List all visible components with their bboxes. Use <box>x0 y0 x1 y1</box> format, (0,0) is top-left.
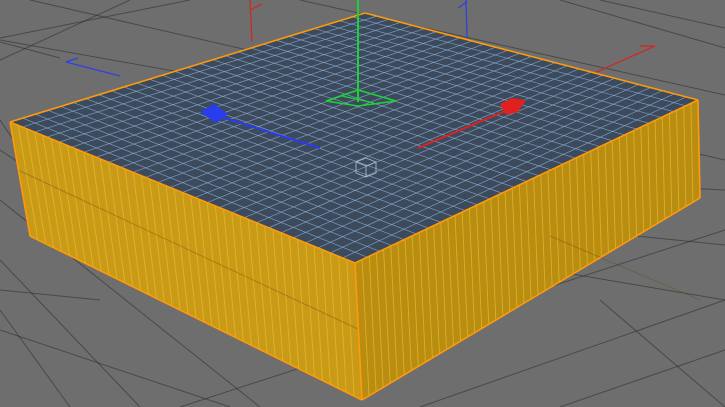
viewport-canvas[interactable] <box>0 0 725 407</box>
3d-viewport[interactable] <box>0 0 725 407</box>
selected-cube-object[interactable] <box>9 12 701 401</box>
